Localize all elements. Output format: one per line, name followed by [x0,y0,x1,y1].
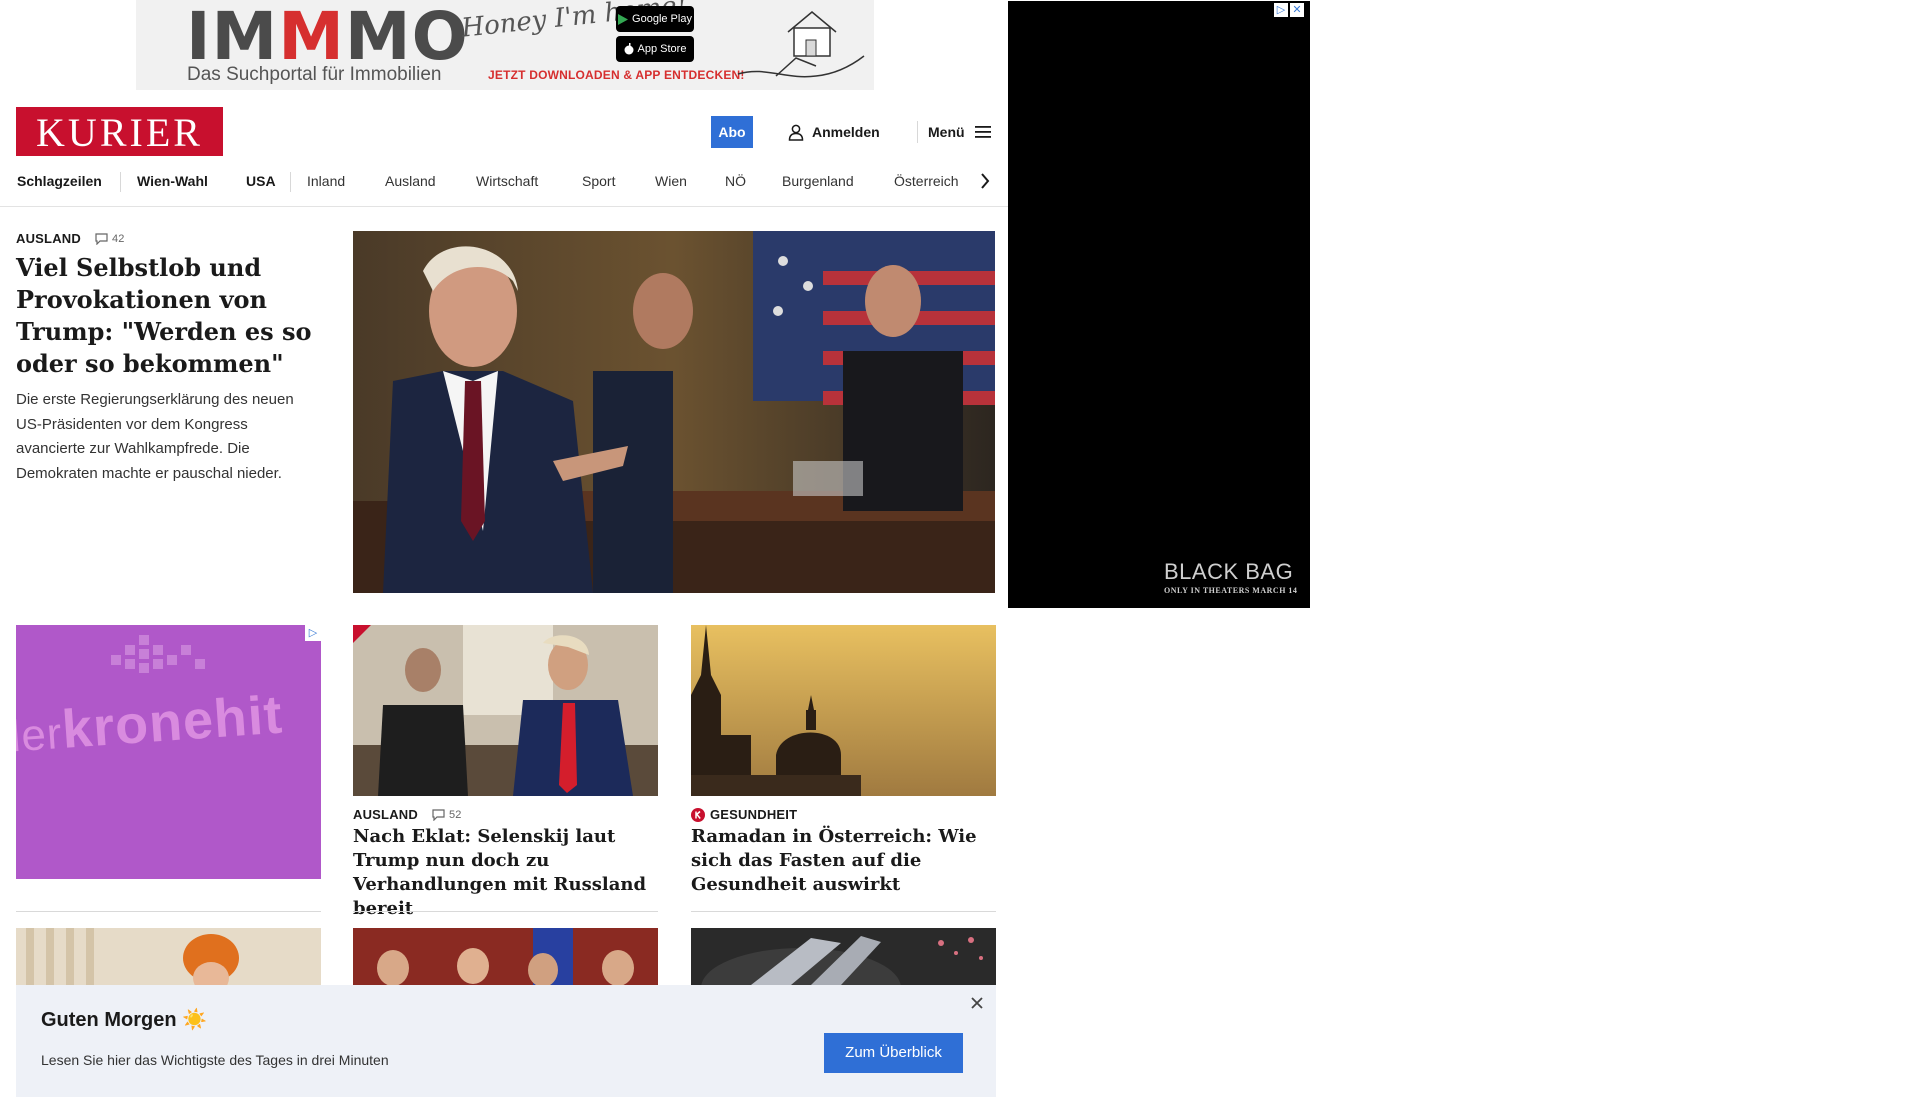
equalizer-graphic [111,635,205,673]
apple-icon [624,43,634,55]
nav-divider [290,172,291,192]
ad-movie-subtitle: ONLY IN THEATERS MARCH 14 [1164,586,1298,595]
card-image-row3-2[interactable] [353,928,658,985]
adchoices-icon[interactable]: ▷ [305,625,321,641]
abo-button[interactable]: Abo [711,116,753,148]
fish-plate-photo [691,928,996,985]
card-category[interactable]: GESUNDHEIT [691,807,797,822]
nav-divider [120,172,121,192]
nav-item-burgenland[interactable]: Burgenland [782,166,854,196]
card-headline[interactable]: Nach Eklat: Selenskij laut Trump nun doc… [353,825,658,921]
comment-count[interactable]: 42 [95,233,125,245]
nav-item-usa[interactable]: USA [246,166,276,196]
portrait-photo [16,928,321,985]
comment-count[interactable]: 52 [432,809,462,821]
nav-item-wien-wahl[interactable]: Wien-Wahl [137,166,208,196]
play-store-icon [618,13,629,25]
mosque-silhouette-photo [691,625,996,796]
close-icon[interactable] [968,994,986,1012]
kronehit-ad[interactable]: lerkronehit ▷ [16,625,321,879]
nav-item-ausland[interactable]: Ausland [385,166,436,196]
card-divider [353,911,658,912]
ad-cta: JETZT DOWNLOADEN & APP ENTDECKEN! [488,68,745,82]
politicians-photo [353,928,658,985]
nav-item-wien[interactable]: Wien [655,166,687,196]
hand-house-icon [737,11,865,78]
nav-item-schlagzeilen[interactable]: Schlagzeilen [17,166,102,196]
nav-item-noe[interactable]: NÖ [725,166,746,196]
main-navigation: Schlagzeilen Wien-Wahl USA Inland Auslan… [0,166,1008,207]
lead-article-image[interactable] [353,231,995,593]
congress-photo [353,231,995,593]
banner-text: Lesen Sie hier das Wichtigste des Tages … [41,1052,389,1068]
app-store-badge[interactable]: App Store [616,36,694,62]
comment-icon [95,232,108,245]
lead-kicker: AUSLAND 42 [16,231,125,246]
card-image-ramadan[interactable] [691,625,996,796]
banner-title: Guten Morgen ☀️ [41,1009,208,1031]
kurier-logo[interactable]: KURIER [16,107,223,156]
adchoices-icon[interactable]: ▷ [1274,3,1288,17]
hamburger-icon [974,126,991,138]
nav-item-inland[interactable]: Inland [307,166,345,196]
lead-headline[interactable]: Viel Selbstlob und Provokationen von Tru… [16,252,316,380]
card-image-row3-1[interactable] [16,928,321,985]
nav-item-wirtschaft[interactable]: Wirtschaft [476,166,538,196]
side-video-ad[interactable]: ▷ ✕ BLACK BAG ONLY IN THEATERS MARCH 14 [1008,1,1310,608]
header-divider [917,121,918,143]
user-icon [788,124,804,141]
ad-tagline: Das Suchportal für Immobilien [187,64,442,85]
nav-item-oesterreich[interactable]: Österreich [894,166,959,196]
card-headline[interactable]: Ramadan in Österreich: Wie sich das Fast… [691,825,996,897]
overview-button[interactable]: Zum Überblick [824,1033,963,1073]
lead-category[interactable]: AUSLAND [16,231,81,246]
morning-briefing-banner: Guten Morgen ☀️ Lesen Sie hier das Wicht… [16,985,996,1097]
menu-label: Menü [928,124,965,140]
comment-icon [432,808,445,821]
kurier-k-badge-icon [691,807,705,822]
card-category[interactable]: AUSLAND [353,807,418,822]
top-banner-ad[interactable]: IMMMO Das Suchportal für Immobilien Hone… [136,0,874,90]
close-ad-icon[interactable]: ✕ [1290,3,1304,17]
nav-item-sport[interactable]: Sport [582,166,615,196]
card-image-selenskij[interactable] [353,625,658,796]
ad-movie-title: BLACK BAG [1164,559,1294,584]
google-play-badge[interactable]: Google Play [616,6,694,32]
oval-office-photo [353,625,658,796]
immmo-logo: IMMMO [186,0,469,75]
kronehit-logo-text: lerkronehit [16,684,285,762]
menu-button[interactable]: Menü [928,120,991,144]
card-image-row3-3[interactable] [691,928,996,985]
login-label: Anmelden [812,124,880,140]
login-button[interactable]: Anmelden [788,120,880,144]
card-kicker: AUSLAND 52 [353,807,462,822]
chevron-right-icon[interactable] [979,172,991,190]
lead-teaser: Die erste Regierungserklärung des neuen … [16,391,294,482]
card-divider [691,911,996,912]
card-kicker: GESUNDHEIT [691,807,797,822]
card-divider [16,911,321,912]
